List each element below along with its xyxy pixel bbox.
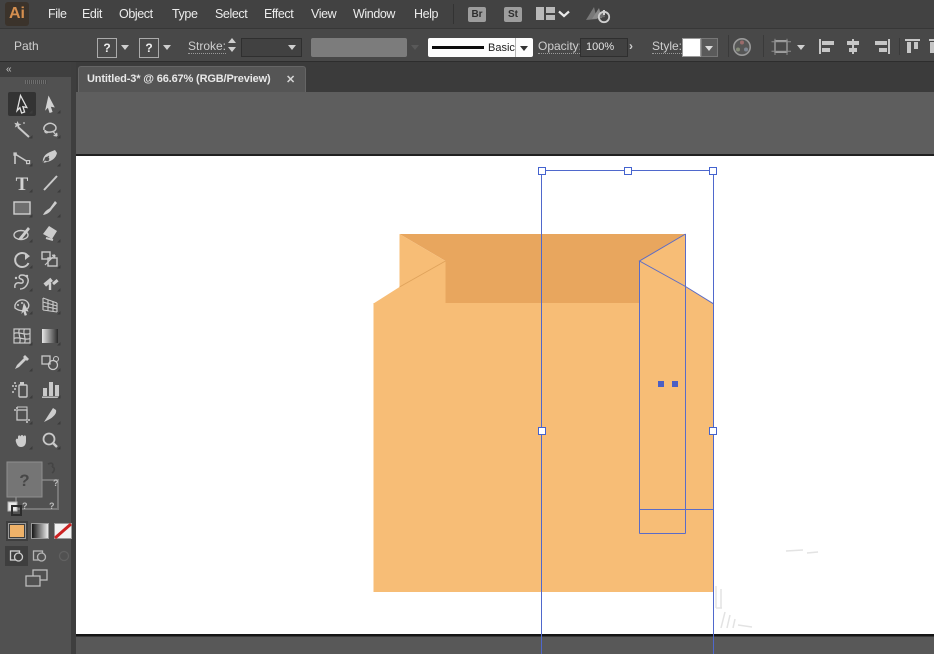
svg-text:?: ?	[53, 478, 59, 488]
svg-text:T: T	[16, 174, 29, 195]
svg-text:?: ?	[19, 471, 29, 490]
svg-text:?: ?	[22, 501, 28, 511]
svg-text:?: ?	[49, 501, 55, 511]
